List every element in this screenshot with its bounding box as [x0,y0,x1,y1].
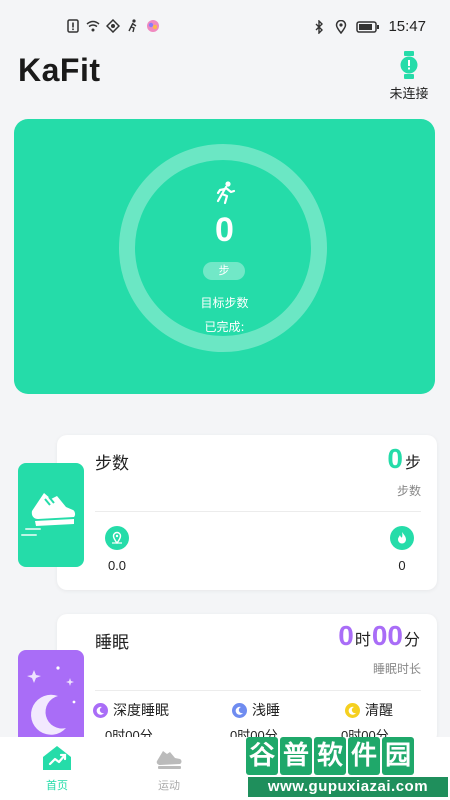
sim-alert-icon [67,19,79,33]
steps-card[interactable]: 步数 0 步 步数 0.0 0 [57,435,437,590]
sleep-card-title: 睡眠 [95,633,129,653]
light-sleep-label: 浅睡 [252,703,280,719]
moon-icon [232,702,247,718]
clock-time: 15:47 [388,18,426,35]
app-title: KaFit [18,52,101,88]
watermark-char: 园 [382,737,415,775]
daily-steps-card[interactable]: 0 步 目标步数 已完成: [14,119,435,394]
bluetooth-icon [315,19,324,34]
hero-step-unit: 步 [203,262,245,280]
distance-value: 0.0 [107,558,127,573]
sleep-duration-value: 0 时 00 分 [338,620,421,652]
device-status-button[interactable]: 未连接 [386,50,432,102]
battery-icon [356,20,380,33]
watch-alert-icon [400,51,418,79]
sleep-minutes: 00 [371,620,403,651]
awake-item: 清醒 [345,700,393,720]
sleep-hour-unit: 时 [354,630,371,649]
steps-card-divider [95,511,421,512]
sleep-minute-unit: 分 [403,630,420,649]
steps-unit: 步 [404,453,421,472]
sleep-sub-label: 睡眠时长 [372,662,421,676]
nav-sport-label: 运动 [158,779,180,792]
nav-home[interactable]: 首页 [27,745,87,793]
app-status-icon [147,20,159,32]
watermark-title: 谷 普 软 件 园 [246,737,415,775]
hero-step-count: 0 [215,211,234,249]
deep-sleep-item: 深度睡眠 [93,700,169,720]
light-sleep-item: 浅睡 [232,700,280,720]
moon-icon [345,702,360,718]
home-chart-icon [43,746,71,770]
data-icon [106,19,120,33]
sleep-card[interactable]: 睡眠 0 时 00 分 睡眠时长 深度睡眠 0时00分 浅睡 0时00分 清醒 … [57,614,437,744]
watermark-url: www.gupuxiazai.com [248,777,448,797]
steps-card-title: 步数 [95,454,129,474]
steps-value: 0 步 [387,443,421,475]
moon-icon [93,702,108,718]
awake-label: 清醒 [365,703,393,719]
deep-sleep-label: 深度睡眠 [113,703,169,719]
watermark-char: 谷 [246,737,279,775]
sleep-hours: 0 [338,620,354,651]
sleep-card-divider [95,690,421,691]
steps-sub-label: 步数 [396,484,421,498]
wifi-icon [86,20,100,32]
location-icon [336,19,347,34]
watermark-char: 软 [314,737,347,775]
running-icon [216,181,236,205]
device-status-label: 未连接 [389,87,429,102]
distance-metric: 0.0 [97,526,137,573]
run-status-icon [128,19,137,33]
sneaker-icon [21,493,76,536]
completed-label: 已完成: [204,320,245,334]
watermark-logo: 谷 普 软 件 园 www.gupuxiazai.com [246,737,450,800]
watermark-char: 普 [280,737,313,775]
step-goal-label: 目标步数 [200,296,249,310]
watermark-char: 件 [348,737,381,775]
nav-sport[interactable]: 运动 [139,745,199,793]
steps-tile [18,463,84,567]
calorie-value: 0 [398,558,406,573]
calorie-metric: 0 [382,526,422,573]
steps-count: 0 [387,443,403,474]
flame-icon [390,526,414,550]
status-bar: 15:47 [0,0,450,52]
shoe-icon [156,751,182,769]
nav-home-label: 首页 [46,779,68,792]
location-pin-icon [105,526,129,550]
